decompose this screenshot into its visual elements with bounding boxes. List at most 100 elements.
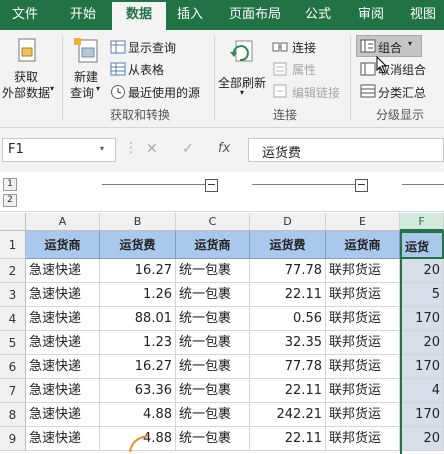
tab-review[interactable]: 审阅 (348, 0, 394, 30)
name-box[interactable]: F1 (2, 138, 116, 162)
table-cell[interactable]: 5 (400, 283, 444, 307)
table-cell[interactable]: 20 (400, 259, 444, 283)
annotation-arc-icon (129, 435, 149, 453)
table-cell[interactable]: 242.21 (250, 403, 326, 427)
tab-page-layout[interactable]: 页面布局 (222, 0, 288, 30)
table-cell[interactable]: 22.11 (250, 379, 326, 403)
table-cell[interactable]: 急速快递 (26, 355, 100, 379)
active-cell[interactable]: 运货 (400, 231, 444, 259)
edit-links-icon (273, 84, 287, 98)
enter-icon[interactable]: ✓ (182, 141, 194, 157)
header-cell[interactable]: 运货费 (250, 231, 326, 259)
column-header-d[interactable]: D (250, 213, 326, 231)
collapse-button[interactable]: − (355, 179, 368, 192)
table-cell[interactable]: 统一包裹 (176, 379, 250, 403)
table-cell[interactable]: 统一包裹 (176, 331, 250, 355)
row-header[interactable]: 2 (0, 259, 26, 283)
table-cell[interactable]: 63.36 (100, 379, 176, 403)
row-header[interactable]: 8 (0, 403, 26, 427)
outline-level-1-button[interactable]: 1 (3, 178, 17, 191)
table-cell[interactable]: 急速快递 (26, 427, 100, 451)
table-cell[interactable]: 急速快递 (26, 403, 100, 427)
group-label: 组合 (378, 41, 403, 55)
formula-content: 运货费 (262, 146, 302, 161)
column-header-f[interactable]: F (400, 213, 444, 231)
collapse-button[interactable]: − (205, 179, 218, 192)
table-cell[interactable]: 22.11 (250, 283, 326, 307)
row-header[interactable]: 1 (0, 231, 26, 259)
table-cell[interactable]: 1.23 (100, 331, 176, 355)
table-cell[interactable]: 联邦货运 (326, 379, 400, 403)
table-cell[interactable]: 统一包裹 (176, 355, 250, 379)
table-cell[interactable]: 4 (400, 379, 444, 403)
table-cell[interactable]: 20 (400, 331, 444, 355)
table-cell[interactable]: 联邦货运 (326, 331, 400, 355)
select-all-corner[interactable] (0, 213, 26, 231)
cancel-icon[interactable]: ✕ (146, 141, 158, 157)
table-cell[interactable]: 170 (400, 355, 444, 379)
column-header-c[interactable]: C (176, 213, 250, 231)
table-cell[interactable]: 20 (400, 427, 444, 451)
row-header[interactable]: 3 (0, 283, 26, 307)
column-header-a[interactable]: A (26, 213, 100, 231)
ribbon-tab-bar: 文件 开始 数据 插入 页面布局 公式 审阅 视图 (0, 0, 444, 30)
table-cell[interactable]: 1.26 (100, 283, 176, 307)
tab-data[interactable]: 数据 (112, 2, 166, 30)
table-cell[interactable]: 急速快递 (26, 307, 100, 331)
row-header[interactable]: 5 (0, 331, 26, 355)
table-cell[interactable]: 32.35 (250, 331, 326, 355)
table-cell[interactable]: 0.56 (250, 307, 326, 331)
header-cell[interactable]: 运货商 (176, 231, 250, 259)
table-cell[interactable]: 联邦货运 (326, 283, 400, 307)
column-header-e[interactable]: E (326, 213, 400, 231)
group-label-outline: 分级显示 (375, 108, 424, 122)
table-cell[interactable]: 联邦货运 (326, 355, 400, 379)
table-cell[interactable]: 联邦货运 (326, 259, 400, 283)
from-table-label: 从表格 (128, 63, 165, 77)
new-query-label-2: 查询 (70, 86, 95, 100)
table-cell[interactable]: 联邦货运 (326, 403, 400, 427)
table-cell[interactable]: 急速快递 (26, 283, 100, 307)
tab-home[interactable]: 开始 (56, 0, 110, 30)
tab-formulas[interactable]: 公式 (296, 0, 340, 30)
table-cell[interactable]: 77.78 (250, 355, 326, 379)
tab-view[interactable]: 视图 (402, 0, 444, 30)
table-cell[interactable]: 统一包裹 (176, 259, 250, 283)
get-external-data-label-2: 外部数据 (2, 86, 51, 100)
row-header[interactable]: 6 (0, 355, 26, 379)
row-header[interactable]: 9 (0, 427, 26, 451)
row-header[interactable]: 7 (0, 379, 26, 403)
column-header-b[interactable]: B (100, 213, 176, 231)
table-icon (110, 40, 126, 54)
chevron-down-icon[interactable]: ▾ (100, 144, 104, 153)
table-cell[interactable]: 22.11 (250, 427, 326, 451)
table-cell[interactable]: 联邦货运 (326, 427, 400, 451)
insert-function-icon[interactable]: fx (218, 141, 230, 156)
table-cell[interactable]: 170 (400, 403, 444, 427)
table-cell[interactable]: 急速快递 (26, 331, 100, 355)
table-cell[interactable]: 急速快递 (26, 259, 100, 283)
table-cell[interactable]: 统一包裹 (176, 403, 250, 427)
outline-level-2-button[interactable]: 2 (3, 194, 17, 207)
table-cell[interactable]: 统一包裹 (176, 283, 250, 307)
table-cell[interactable]: 4.88 (100, 403, 176, 427)
table-cell[interactable]: 统一包裹 (176, 307, 250, 331)
table-cell[interactable]: 170 (400, 307, 444, 331)
table-cell[interactable]: 88.01 (100, 307, 176, 331)
header-cell[interactable]: 运货商 (26, 231, 100, 259)
tab-file[interactable]: 文件 (0, 0, 50, 30)
edit-links-label: 编辑链接 (292, 86, 341, 100)
row-header[interactable]: 4 (0, 307, 26, 331)
table-cell[interactable]: 统一包裹 (176, 427, 250, 451)
chevron-down-icon[interactable]: ▾ (408, 39, 412, 48)
tab-insert[interactable]: 插入 (168, 0, 212, 30)
table-cell[interactable]: 77.78 (250, 259, 326, 283)
table-cell[interactable]: 16.27 (100, 259, 176, 283)
table-cell[interactable]: 联邦货运 (326, 307, 400, 331)
table-cell[interactable]: 16.27 (100, 355, 176, 379)
header-cell[interactable]: 运货商 (326, 231, 400, 259)
more-icon: ⋮ (124, 140, 138, 156)
table-cell[interactable]: 急速快递 (26, 379, 100, 403)
group-button[interactable]: 组合 (356, 35, 422, 57)
header-cell[interactable]: 运货费 (100, 231, 176, 259)
